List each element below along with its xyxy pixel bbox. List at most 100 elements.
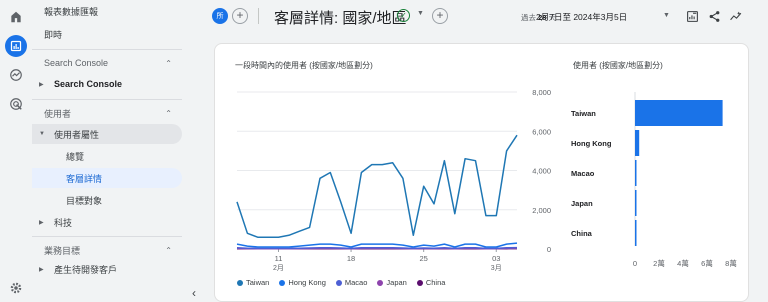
nav-section-business-goals[interactable]: 業務目標 ⌃ — [32, 240, 182, 260]
series-line-hong-kong[interactable] — [236, 242, 518, 248]
nav-divider — [32, 99, 182, 100]
legend-swatch — [279, 279, 286, 286]
insights-icon[interactable] — [728, 8, 744, 24]
bar-category-label: Taiwan — [571, 109, 596, 118]
legend-swatch — [335, 279, 342, 286]
settings-icon[interactable] — [6, 278, 26, 298]
x-tick-label: 0 — [633, 259, 637, 268]
header-divider — [258, 8, 259, 24]
legend-label: Hong Kong — [288, 278, 326, 287]
legend-item[interactable]: Taiwan — [237, 278, 269, 287]
y-tick-label: 2,000 — [532, 206, 551, 215]
line-chart[interactable]: 0 2,000 4,000 6,000 8,000 112月 18 25 033月 — [229, 84, 559, 274]
caret-down-icon: ▼ — [39, 131, 45, 137]
date-range-dropdown-icon[interactable]: ▼ — [663, 12, 670, 19]
line-chart-title: 一段時間內的使用者 (按國家/地區劃分) — [235, 61, 373, 70]
legend-item[interactable]: Japan — [377, 278, 407, 287]
section-label: 業務目標 — [44, 245, 81, 256]
nav-overview[interactable]: 總覽 — [32, 146, 182, 166]
collapse-nav-icon[interactable]: ‹ — [192, 286, 196, 300]
bar-macao[interactable] — [635, 160, 637, 186]
nav-label: 產生待開發客戶 — [54, 264, 118, 275]
section-label: 使用者 — [44, 108, 72, 119]
bar-category-label: Hong Kong — [571, 139, 612, 148]
x-tick-label: 2萬 — [653, 258, 665, 268]
legend-label: Taiwan — [246, 278, 270, 287]
nav-label: 使用者屬性 — [54, 129, 100, 140]
chevron-up-icon: ⌃ — [165, 245, 172, 255]
legend-label: Macao — [344, 278, 368, 287]
x-tick-label: 8萬 — [725, 258, 737, 268]
explore-icon[interactable] — [6, 65, 26, 85]
bar-hong-kong[interactable] — [635, 130, 640, 156]
x-tick-sublabel: 2月 — [273, 264, 284, 272]
page-title: 客層詳情: 國家/地區 — [274, 10, 407, 27]
caret-right-icon: ▶ — [39, 81, 44, 88]
bar-category-label: Japan — [571, 199, 593, 208]
legend-label: China — [425, 278, 446, 287]
nav-label: 科技 — [54, 217, 73, 228]
x-tick-label: 11 — [275, 254, 283, 263]
nav-demographic-details[interactable]: 客層詳情 — [32, 168, 182, 188]
x-tick-label: 6萬 — [701, 258, 713, 268]
chevron-up-icon: ⌃ — [165, 108, 172, 118]
x-tick-sublabel: 3月 — [491, 264, 502, 272]
x-tick-label: 03 — [492, 254, 500, 263]
bar-taiwan[interactable] — [635, 100, 723, 126]
legend-label: Japan — [386, 278, 407, 287]
y-tick-label: 0 — [547, 245, 551, 254]
reports-icon[interactable] — [5, 35, 27, 57]
nav-divider — [32, 49, 182, 50]
nav-section-search-console[interactable]: Search Console ⌃ — [32, 53, 182, 73]
nav-leads[interactable]: ▶ 產生待開發客戶 — [32, 262, 182, 276]
x-tick-label: 18 — [347, 254, 355, 263]
comparison-all-users-chip[interactable]: 所 — [212, 8, 228, 24]
date-prefix: 過去 — [521, 13, 536, 22]
y-tick-label: 6,000 — [532, 127, 551, 136]
bar-china[interactable] — [635, 220, 637, 246]
check-circle-icon[interactable]: ✓ — [397, 9, 410, 22]
report-nav: 報表數據匯報 即時 Search Console ⌃ ▶ Search Cons… — [32, 0, 196, 302]
series-line-taiwan[interactable] — [236, 134, 518, 238]
chart-legend: Taiwan Hong Kong Macao Japan China — [237, 278, 445, 287]
nav-tech[interactable]: ▶ 科技 — [32, 212, 182, 232]
share-icon[interactable] — [706, 8, 722, 24]
nav-label: Search Console — [54, 79, 123, 89]
home-icon[interactable] — [6, 7, 26, 27]
y-tick-label: 4,000 — [532, 167, 551, 176]
report-header: 所 + 客層詳情: 國家/地區 ✓ ▼ + 過去 28 天 2月7日至 2024… — [198, 0, 768, 34]
nav-user-attributes[interactable]: ▼ 使用者屬性 — [32, 124, 182, 144]
nav-divider — [32, 236, 182, 237]
bar-category-label: China — [571, 229, 593, 238]
bar-chart-title: 使用者 (按國家/地區劃分) — [573, 61, 663, 70]
nav-audiences[interactable]: 目標對象 — [32, 190, 182, 210]
legend-item[interactable]: Hong Kong — [279, 278, 326, 287]
chevron-down-icon[interactable]: ▼ — [417, 10, 424, 17]
advertising-icon[interactable] — [6, 94, 26, 114]
bar-japan[interactable] — [635, 190, 637, 216]
caret-right-icon: ▶ — [39, 219, 44, 226]
customize-report-icon[interactable] — [684, 8, 700, 24]
legend-swatch — [237, 279, 243, 286]
section-label: Search Console — [44, 58, 109, 68]
add-comparison-button[interactable]: + — [232, 8, 248, 24]
bar-chart[interactable]: 0 2萬 4萬 6萬 8萬 Taiwan Hong Kong Macao Japan China — [571, 84, 741, 274]
legend-item[interactable]: Macao — [335, 278, 368, 287]
add-filter-button[interactable]: + — [432, 8, 448, 24]
chevron-up-icon: ⌃ — [165, 58, 172, 68]
legend-swatch — [377, 279, 384, 286]
nav-search-console[interactable]: ▶ Search Console — [32, 74, 182, 94]
x-tick-label: 25 — [419, 254, 427, 263]
nav-reports-snapshot[interactable]: 報表數據匯報 — [32, 1, 182, 21]
chart-card: 一段時間內的使用者 (按國家/地區劃分) 使用者 (按國家/地區劃分) 0 2,0… — [214, 43, 749, 302]
date-range-picker[interactable]: 2月7日至 2024年3月5日 — [536, 11, 627, 23]
bar-category-label: Macao — [571, 169, 595, 178]
legend-item[interactable]: China — [416, 278, 446, 287]
caret-right-icon: ▶ — [39, 266, 44, 273]
x-tick-label: 4萬 — [677, 258, 689, 268]
nav-section-users[interactable]: 使用者 ⌃ — [32, 103, 182, 123]
legend-swatch — [416, 279, 423, 286]
nav-realtime[interactable]: 即時 — [32, 24, 182, 44]
icon-rail — [0, 0, 32, 302]
y-tick-label: 8,000 — [532, 88, 551, 97]
